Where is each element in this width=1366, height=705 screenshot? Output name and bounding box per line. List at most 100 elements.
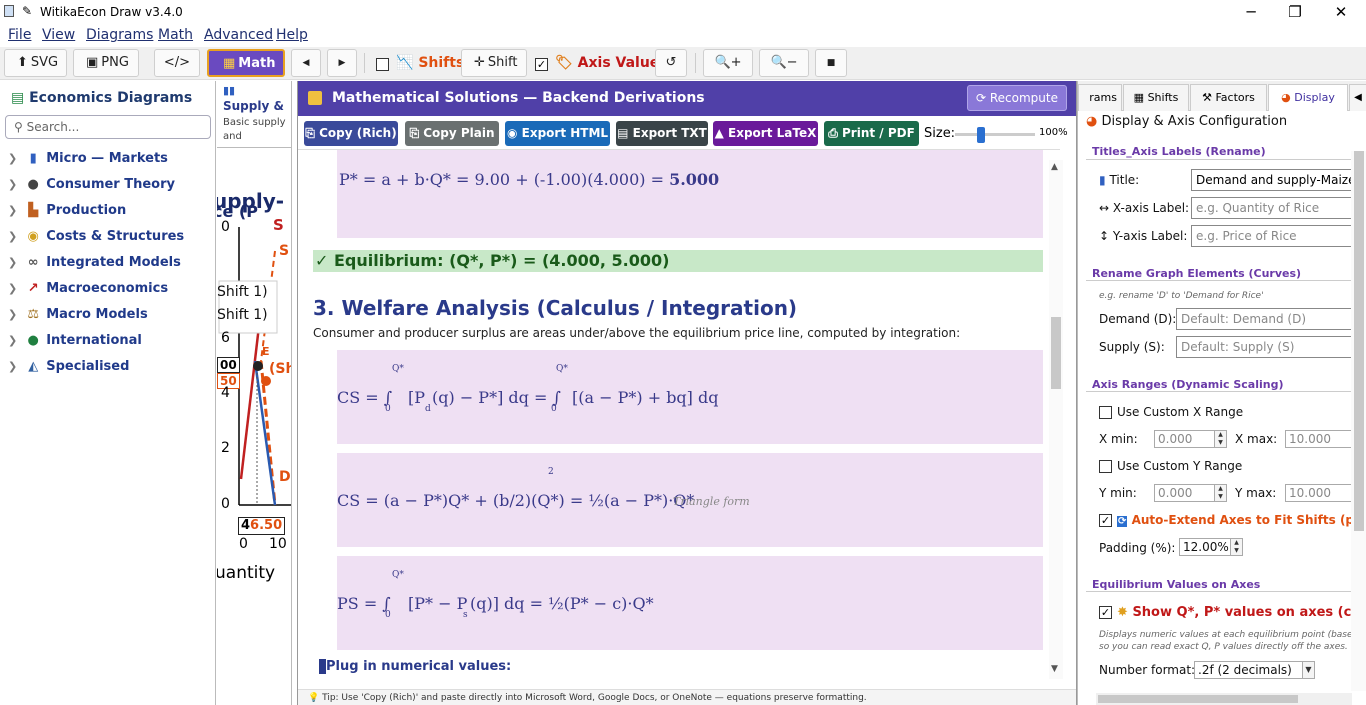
- scroll-down-icon[interactable]: ▼: [1051, 664, 1058, 674]
- bar-chart-icon: ▮: [29, 151, 37, 166]
- recompute-button[interactable]: ⟳ Recompute: [967, 85, 1067, 111]
- custom-y-checkbox[interactable]: [1099, 459, 1112, 473]
- image-icon: ▣: [86, 55, 99, 70]
- close-button[interactable]: ✕: [1318, 2, 1364, 22]
- sidebar-item-consumer-theory[interactable]: ❯ ● Consumer Theory: [8, 174, 175, 196]
- tab-shifts[interactable]: ▦ Shifts: [1123, 84, 1189, 111]
- refresh-button[interactable]: ↺: [655, 49, 687, 77]
- separator: [364, 53, 365, 73]
- diagram-card-desc: and: [223, 131, 242, 142]
- panel-scrollbar[interactable]: [1351, 151, 1366, 691]
- panel-horizontal-scrollbar[interactable]: [1096, 693, 1352, 705]
- equation-block: Q* Q* CS = ∫ 0 [P d (q) − P*] dq = ∫ 0 […: [337, 350, 1043, 444]
- supply-label: S: [273, 216, 284, 234]
- math-button[interactable]: ▦ Math: [207, 49, 285, 77]
- padding-spinner[interactable]: 12.00% ▲ ▼: [1179, 538, 1243, 556]
- next-button[interactable]: ▶: [327, 49, 357, 77]
- y-min-spinner[interactable]: 0.000 ▲ ▼: [1154, 484, 1227, 502]
- supply-name-input[interactable]: Default: Supply (S): [1176, 336, 1366, 358]
- zoom-out-button[interactable]: 🔍−: [759, 49, 809, 77]
- fit-button[interactable]: ■: [815, 49, 847, 77]
- chart-icon: ▦: [1133, 91, 1145, 104]
- shifted-curve-label: (Sh: [269, 361, 291, 377]
- add-shift-button[interactable]: ✛ Shift: [461, 49, 527, 77]
- shifts-checkbox[interactable]: [376, 57, 389, 71]
- price-equation: P* = a + b·Q* = 9.00 + (-1.00)(4.000) = …: [339, 170, 720, 189]
- menu-math[interactable]: Math: [158, 27, 193, 43]
- auto-extend-checkbox[interactable]: ✓: [1099, 513, 1112, 527]
- axis-values-toggle-label[interactable]: 🏷 Axis Values: [555, 55, 668, 71]
- demand-name-input[interactable]: Default: Demand (D): [1176, 308, 1366, 330]
- y-max-label: Y max:: [1235, 486, 1277, 500]
- slider-thumb[interactable]: [977, 127, 985, 143]
- prev-button[interactable]: ◀: [291, 49, 321, 77]
- export-html-button[interactable]: ◉ Export HTML: [505, 121, 610, 146]
- copy-plain-button[interactable]: ⎘ Copy Plain: [405, 121, 499, 146]
- tab-scroll-left[interactable]: ◀: [1349, 84, 1366, 111]
- print-pdf-button[interactable]: ⎙ Print / PDF: [824, 121, 919, 146]
- equation-note: Triangle form: [673, 495, 750, 508]
- sidebar-item-production[interactable]: ❯ ▙ Production: [8, 200, 126, 222]
- menu-help[interactable]: Help: [276, 27, 308, 43]
- legend-entry: Shift 1): [217, 307, 268, 323]
- menu-view[interactable]: View: [42, 27, 75, 43]
- equilibrium-x-value: 46.50: [238, 517, 286, 535]
- tab-display[interactable]: ◕ Display: [1268, 84, 1348, 111]
- y-axis-label-input[interactable]: e.g. Price of Rice: [1191, 225, 1366, 247]
- size-slider[interactable]: [955, 127, 1035, 143]
- scrollbar-thumb[interactable]: [1051, 317, 1061, 389]
- tab-factors[interactable]: ⚒ Factors: [1190, 84, 1267, 111]
- group-heading: Equilibrium Values on Axes: [1089, 578, 1264, 591]
- tab-diagrams[interactable]: rams: [1078, 84, 1122, 111]
- graduation-cap-icon: ▲: [714, 126, 724, 140]
- menu-file[interactable]: File: [8, 27, 31, 43]
- group-heading: Titles_Axis Labels (Rename): [1089, 145, 1269, 158]
- supply-curve: [239, 325, 261, 480]
- zoom-in-button[interactable]: 🔍+: [703, 49, 753, 77]
- show-values-label: ✸ Show Q*, P* values on axes (colored: [1117, 605, 1366, 620]
- scroll-up-icon[interactable]: ▲: [1051, 162, 1058, 172]
- sidebar-item-micro-markets[interactable]: ❯ ▮ Micro — Markets: [8, 148, 168, 170]
- code-button[interactable]: </>: [154, 49, 200, 77]
- sidebar-item-international[interactable]: ❯ ● International: [8, 330, 142, 352]
- x-axis-label-input[interactable]: e.g. Quantity of Rice: [1191, 197, 1366, 219]
- link-icon: ∞: [27, 255, 39, 270]
- wrench-icon: ⚒: [1202, 91, 1212, 104]
- title-input[interactable]: Demand and supply-Maize in: [1191, 169, 1366, 191]
- x-min-label: X min:: [1099, 432, 1138, 446]
- x-axis-label: ↔ X-axis Label:: [1099, 201, 1190, 215]
- y-min-label: Y min:: [1099, 486, 1137, 500]
- y-tick-label: 6: [221, 330, 230, 346]
- axis-values-checkbox[interactable]: ✓: [535, 57, 548, 71]
- x-min-spinner[interactable]: 0.000 ▲ ▼: [1154, 430, 1227, 448]
- sidebar-item-specialised[interactable]: ❯ ◭ Specialised: [8, 356, 129, 378]
- maximize-button[interactable]: ❐: [1272, 2, 1318, 22]
- show-values-checkbox[interactable]: ✓: [1099, 605, 1112, 619]
- sidebar-item-costs-structures[interactable]: ❯ ◉ Costs & Structures: [8, 226, 184, 248]
- custom-x-checkbox[interactable]: [1099, 405, 1112, 419]
- shifts-toggle-label[interactable]: 📉 Shifts: [396, 55, 464, 71]
- copy-rich-button[interactable]: ⎘ Copy (Rich): [304, 121, 398, 146]
- search-input[interactable]: ⚲ Search...: [5, 115, 211, 139]
- diagram-preview-strip[interactable]: ▮▮ Supply & Basic supply and upply- ce (…: [217, 81, 292, 705]
- math-scrollbar[interactable]: ▲ ▼: [1049, 160, 1063, 679]
- sidebar-item-integrated-models[interactable]: ❯ ∞ Integrated Models: [8, 252, 181, 274]
- export-txt-button[interactable]: ▤ Export TXT: [616, 121, 708, 146]
- diagram-card-title: Supply &: [223, 99, 284, 113]
- number-format-select[interactable]: .2f (2 decimals) ▼: [1194, 661, 1315, 679]
- export-png-button[interactable]: ▣ PNG: [73, 49, 139, 77]
- custom-y-label: Use Custom Y Range: [1117, 459, 1243, 473]
- title-bar: ✎ WitikaEcon Draw v3.4.0 ─ ❐ ✕: [0, 0, 1366, 24]
- scrollbar-thumb[interactable]: [1354, 151, 1364, 531]
- export-latex-button[interactable]: ▲ Export LaTeX: [713, 121, 818, 146]
- chevron-down-icon[interactable]: ▼: [1302, 662, 1314, 678]
- sidebar-item-macro-models[interactable]: ❯ ⚖ Macro Models: [8, 304, 148, 326]
- menu-diagrams[interactable]: Diagrams: [86, 27, 153, 43]
- hint-text: Displays numeric values at each equilibr…: [1099, 630, 1366, 640]
- sidebar-item-macroeconomics[interactable]: ❯ ↗ Macroeconomics: [8, 278, 168, 300]
- equation-block: Q* PS = ∫ 0 [P* − P s (q)] dq = ½(P* − c…: [337, 556, 1043, 650]
- minimize-button[interactable]: ─: [1228, 2, 1274, 22]
- scrollbar-thumb[interactable]: [1098, 695, 1298, 703]
- menu-advanced[interactable]: Advanced: [204, 27, 273, 43]
- export-svg-button[interactable]: ⬆ SVG: [4, 49, 67, 77]
